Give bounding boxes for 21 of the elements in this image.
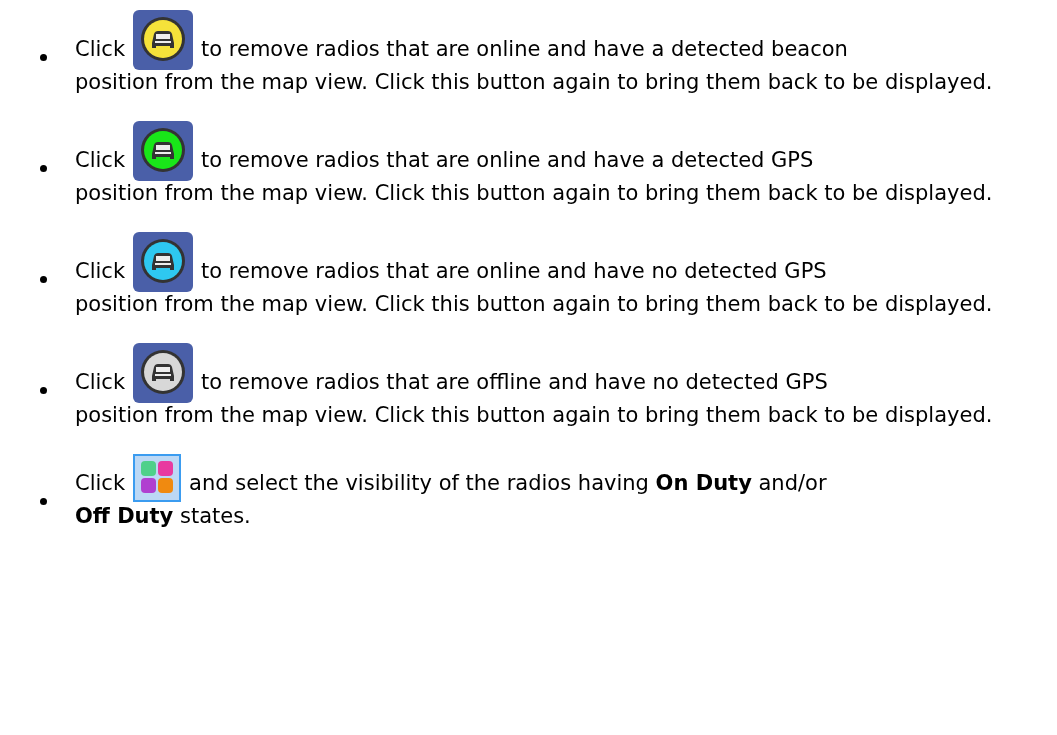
instruction-text: to remove radios that are online and have no detected GPS <box>201 258 827 285</box>
bullet <box>40 165 47 172</box>
instruction-text: to remove radios that are offline and have no detected GPS <box>201 369 828 396</box>
instruction-text: and select the visibility of the radios having On Duty and/or <box>189 470 827 497</box>
instruction-text: position from the map view. Click this button again to bring them back to be displayed. <box>75 180 994 207</box>
instruction-text: Click <box>75 258 126 285</box>
instruction-text: Click <box>75 147 126 174</box>
instruction-text: Click <box>75 470 126 497</box>
instruction-text: position from the map view. Click this button again to bring them back to be displayed. <box>75 402 994 429</box>
instruction-text: Click <box>75 36 126 63</box>
bullet <box>40 387 47 394</box>
instruction-text: Off Duty states. <box>75 503 252 530</box>
bullet <box>40 54 47 61</box>
instruction-text: position from the map view. Click this button again to bring them back to be displayed. <box>75 291 994 318</box>
instruction-text: to remove radios that are online and have a detected beacon <box>201 36 848 63</box>
color-tiles-icon <box>133 454 182 502</box>
instruction-text: position from the map view. Click this button again to bring them back to be displayed. <box>75 69 994 96</box>
bullet <box>40 276 47 283</box>
instruction-text: Click <box>75 369 126 396</box>
bullet <box>40 498 47 505</box>
instruction-text: to remove radios that are online and have a detected GPS <box>201 147 814 174</box>
